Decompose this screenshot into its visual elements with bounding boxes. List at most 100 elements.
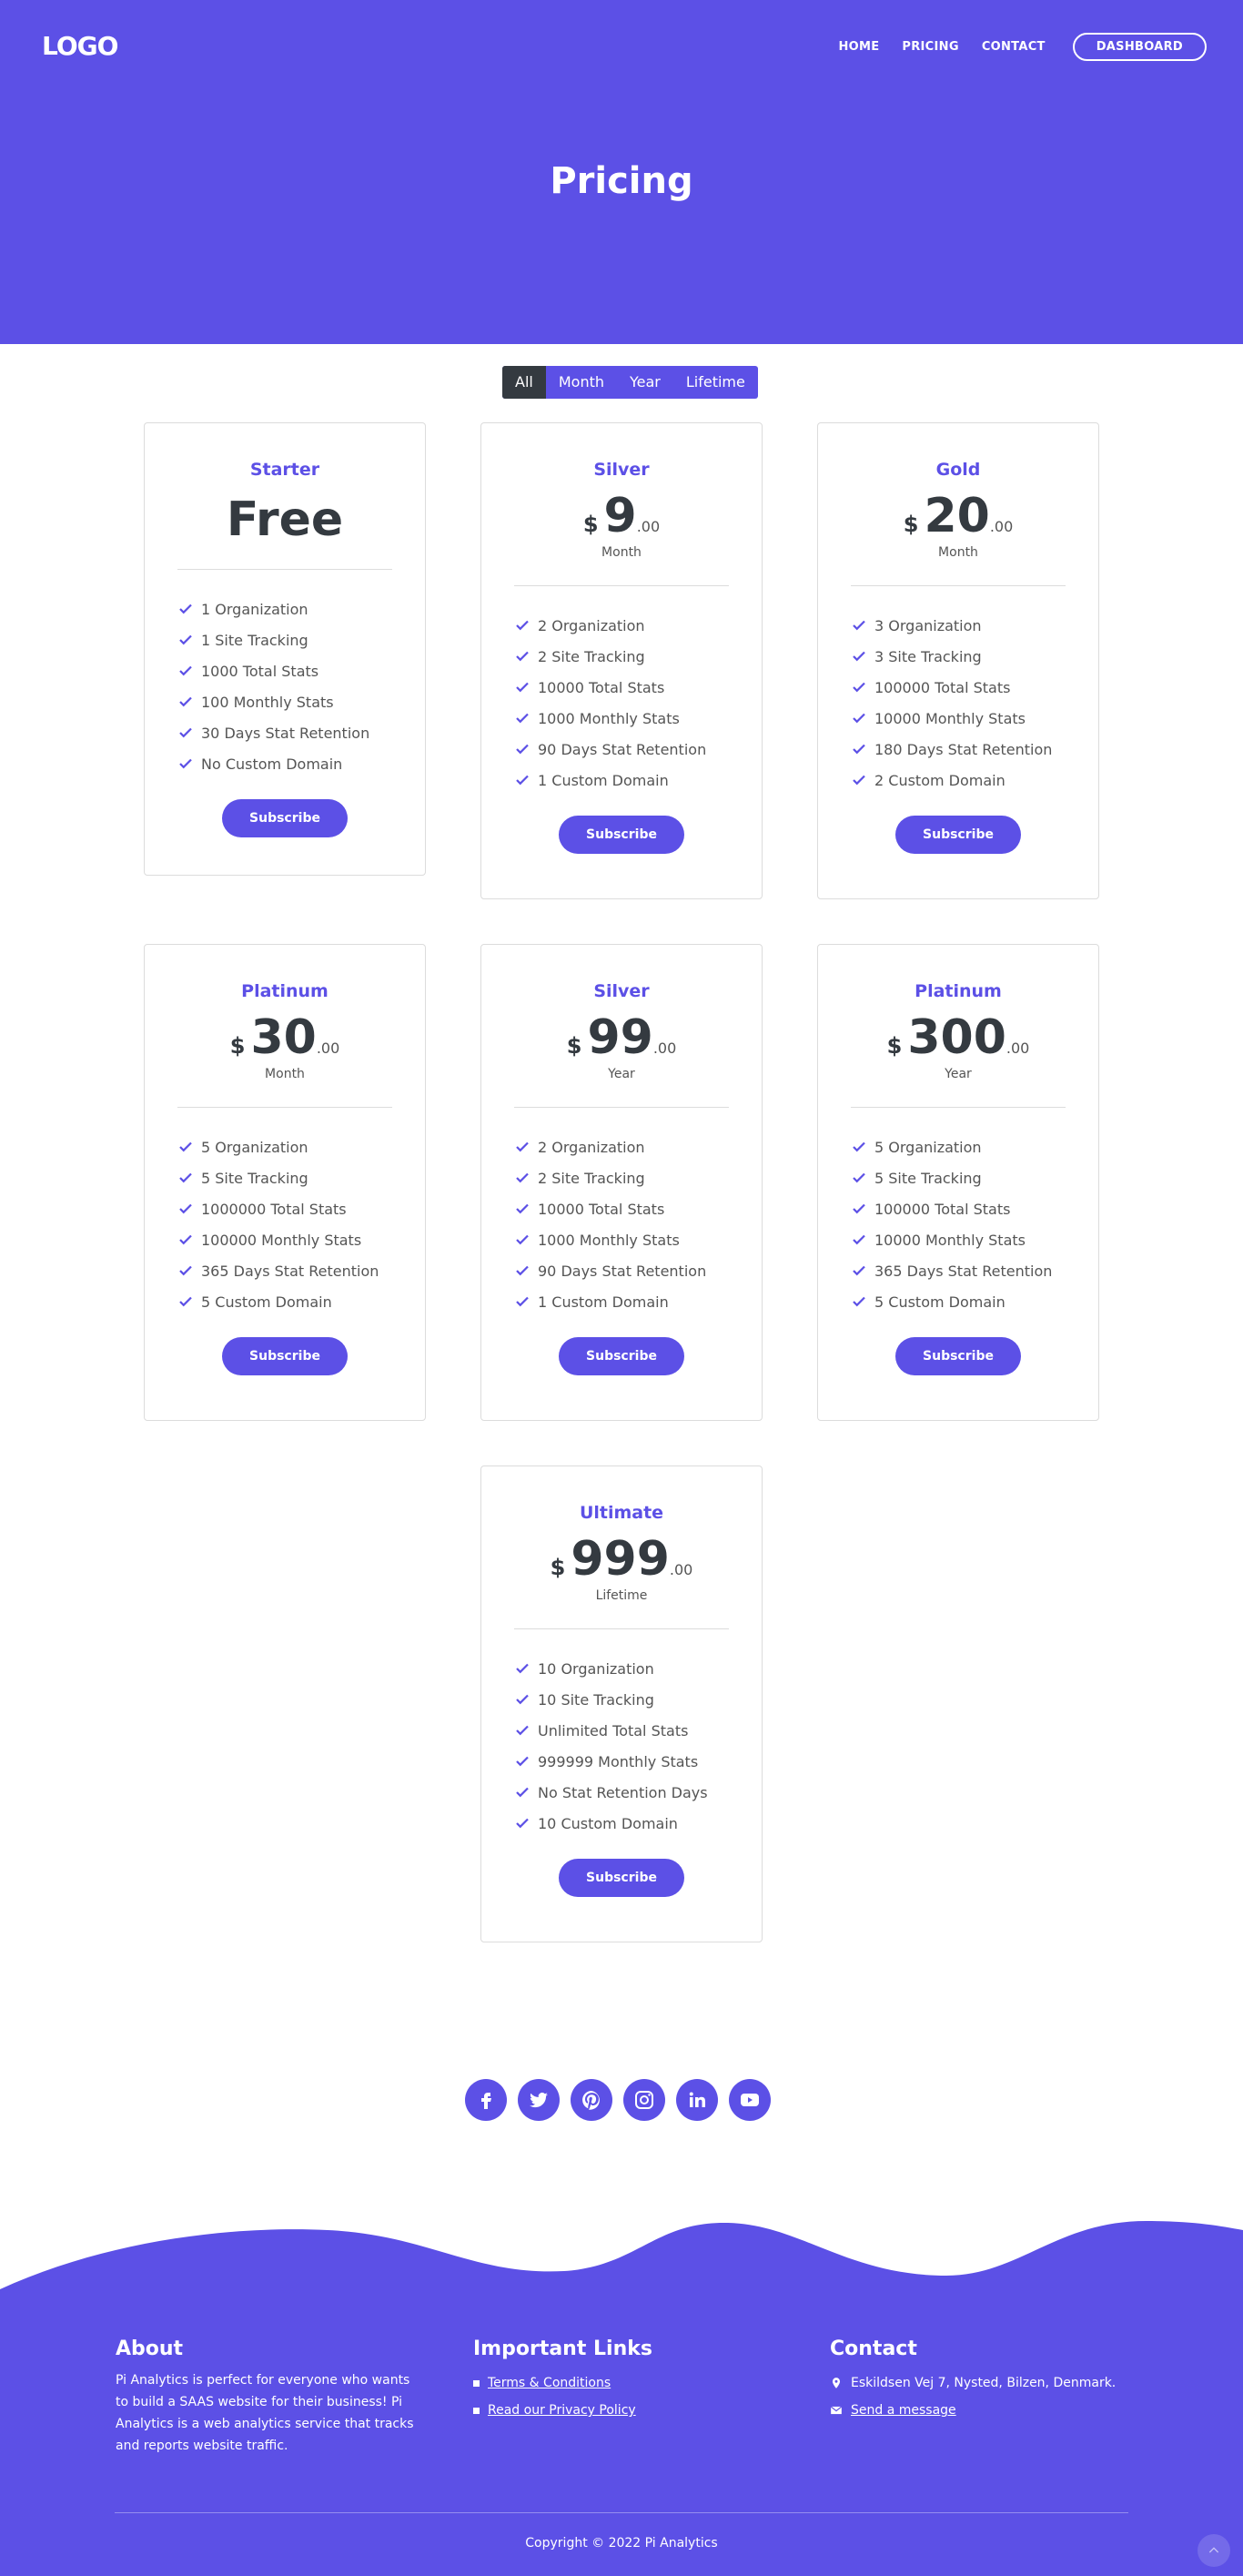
check-icon xyxy=(179,665,192,676)
feature-item: 30 Days Stat Retention xyxy=(177,717,425,748)
logo[interactable]: LOGO xyxy=(42,31,118,61)
pricing-card: Silver $99.00 Year 2 Organization 2 Site… xyxy=(480,944,763,1421)
subscribe-button[interactable]: Subscribe xyxy=(559,1859,684,1897)
feature-label: 90 Days Stat Retention xyxy=(538,740,707,758)
check-icon xyxy=(853,620,865,631)
subscribe-button[interactable]: Subscribe xyxy=(895,1337,1021,1375)
nav-pricing[interactable]: PRICING xyxy=(902,40,958,54)
linkedin-icon[interactable] xyxy=(676,2079,718,2121)
filter-month[interactable]: Month xyxy=(546,366,617,399)
check-icon xyxy=(853,651,865,662)
send-message-link[interactable]: Send a message xyxy=(851,2397,956,2424)
billing-period: Year xyxy=(945,1067,972,1081)
feature-item: 10000 Total Stats xyxy=(514,672,762,703)
feature-label: 5 Organization xyxy=(201,1138,308,1156)
pricing-card: Gold $20.00 Month 3 Organization 3 Site … xyxy=(817,422,1099,899)
footer-links: Important Links Terms & Conditions Read … xyxy=(473,2338,652,2424)
filter-year[interactable]: Year xyxy=(617,366,673,399)
check-icon xyxy=(516,713,529,724)
subscribe-button[interactable]: Subscribe xyxy=(222,799,348,837)
feature-item: 10000 Monthly Stats xyxy=(851,1224,1098,1255)
feature-label: 1000 Total Stats xyxy=(201,662,319,680)
feature-label: 1 Custom Domain xyxy=(538,1293,669,1311)
feature-label: No Custom Domain xyxy=(201,755,343,773)
divider xyxy=(514,585,729,586)
footer-address: Eskildsen Vej 7, Nysted, Bilzen, Denmark… xyxy=(830,2369,1116,2397)
feature-label: 100 Monthly Stats xyxy=(201,693,334,711)
feature-item: 1 Site Tracking xyxy=(177,624,425,655)
feature-item: 365 Days Stat Retention xyxy=(177,1255,425,1286)
feature-label: 10000 Total Stats xyxy=(538,1200,665,1218)
billing-period: Month xyxy=(938,545,978,560)
instagram-icon[interactable] xyxy=(623,2079,665,2121)
youtube-icon[interactable] xyxy=(729,2079,771,2121)
feature-item: 2 Site Tracking xyxy=(514,1162,762,1193)
footer-contact: Contact Eskildsen Vej 7, Nysted, Bilzen,… xyxy=(830,2338,1116,2424)
plan-name: Platinum xyxy=(915,981,1002,1001)
nav-home[interactable]: HOME xyxy=(838,40,879,54)
feature-item: 90 Days Stat Retention xyxy=(514,1255,762,1286)
feature-label: 5 Custom Domain xyxy=(874,1293,1006,1311)
check-icon xyxy=(516,682,529,693)
feature-label: 1000000 Total Stats xyxy=(201,1200,347,1218)
dashboard-button[interactable]: DASHBOARD xyxy=(1072,33,1207,61)
pinterest-icon[interactable] xyxy=(571,2079,612,2121)
hero-banner: LOGO HOME PRICING CONTACT DASHBOARD Pric… xyxy=(0,0,1243,344)
terms-link[interactable]: Terms & Conditions xyxy=(488,2369,611,2397)
plan-name: Silver xyxy=(593,981,650,1001)
feature-label: No Stat Retention Days xyxy=(538,1783,708,1801)
check-icon xyxy=(853,682,865,693)
footer-link-item: Terms & Conditions xyxy=(473,2369,652,2397)
divider xyxy=(177,1107,392,1108)
feature-item: No Custom Domain xyxy=(177,748,425,779)
check-icon xyxy=(516,744,529,755)
feature-label: 1000 Monthly Stats xyxy=(538,1231,680,1249)
subscribe-button[interactable]: Subscribe xyxy=(895,816,1021,854)
feature-item: 1 Organization xyxy=(177,593,425,624)
filter-all[interactable]: All xyxy=(502,366,546,399)
feature-label: 3 Site Tracking xyxy=(874,647,982,665)
feature-item: 2 Site Tracking xyxy=(514,641,762,672)
feature-label: 2 Organization xyxy=(538,1138,645,1156)
feature-label: 10 Custom Domain xyxy=(538,1814,678,1832)
check-icon xyxy=(516,1663,529,1674)
pricing-card: Ultimate $999.00 Lifetime 10 Organizatio… xyxy=(480,1465,763,1942)
address-text: Eskildsen Vej 7, Nysted, Bilzen, Denmark… xyxy=(851,2376,1117,2390)
currency-symbol: $ xyxy=(550,1555,566,1580)
check-icon xyxy=(179,1172,192,1183)
check-icon xyxy=(179,696,192,707)
feature-item: 1 Custom Domain xyxy=(514,1286,762,1317)
check-icon xyxy=(516,1725,529,1736)
feature-item: 3 Organization xyxy=(851,610,1098,641)
feature-item: 5 Organization xyxy=(177,1131,425,1162)
price-cents: .00 xyxy=(652,1040,677,1057)
price-amount: 9 xyxy=(603,489,637,543)
feature-label: 30 Days Stat Retention xyxy=(201,724,370,742)
bullet-icon xyxy=(473,2379,480,2387)
check-icon xyxy=(516,651,529,662)
plan-price: Free xyxy=(226,492,344,547)
envelope-icon xyxy=(830,2406,843,2415)
feature-list: 1 Organization 1 Site Tracking 1000 Tota… xyxy=(145,593,425,779)
feature-item: 3 Site Tracking xyxy=(851,641,1098,672)
feature-label: 100000 Total Stats xyxy=(874,678,1011,696)
twitter-icon[interactable] xyxy=(518,2079,560,2121)
facebook-icon[interactable] xyxy=(465,2079,507,2121)
filter-lifetime[interactable]: Lifetime xyxy=(673,366,758,399)
subscribe-button[interactable]: Subscribe xyxy=(559,1337,684,1375)
feature-label: Unlimited Total Stats xyxy=(538,1721,689,1739)
divider xyxy=(514,1628,729,1629)
price-amount: 99 xyxy=(587,1010,653,1065)
nav-contact[interactable]: CONTACT xyxy=(982,40,1046,54)
feature-item: 2 Organization xyxy=(514,610,762,641)
subscribe-button[interactable]: Subscribe xyxy=(222,1337,348,1375)
divider xyxy=(514,1107,729,1108)
feature-item: 999999 Monthly Stats xyxy=(514,1746,762,1777)
privacy-link[interactable]: Read our Privacy Policy xyxy=(488,2397,636,2424)
price-cents: .00 xyxy=(1006,1040,1030,1057)
price-cents: .00 xyxy=(636,518,661,535)
back-to-top-button[interactable] xyxy=(1198,2534,1230,2567)
check-icon xyxy=(179,1234,192,1245)
subscribe-button[interactable]: Subscribe xyxy=(559,816,684,854)
plan-name: Gold xyxy=(935,460,981,480)
